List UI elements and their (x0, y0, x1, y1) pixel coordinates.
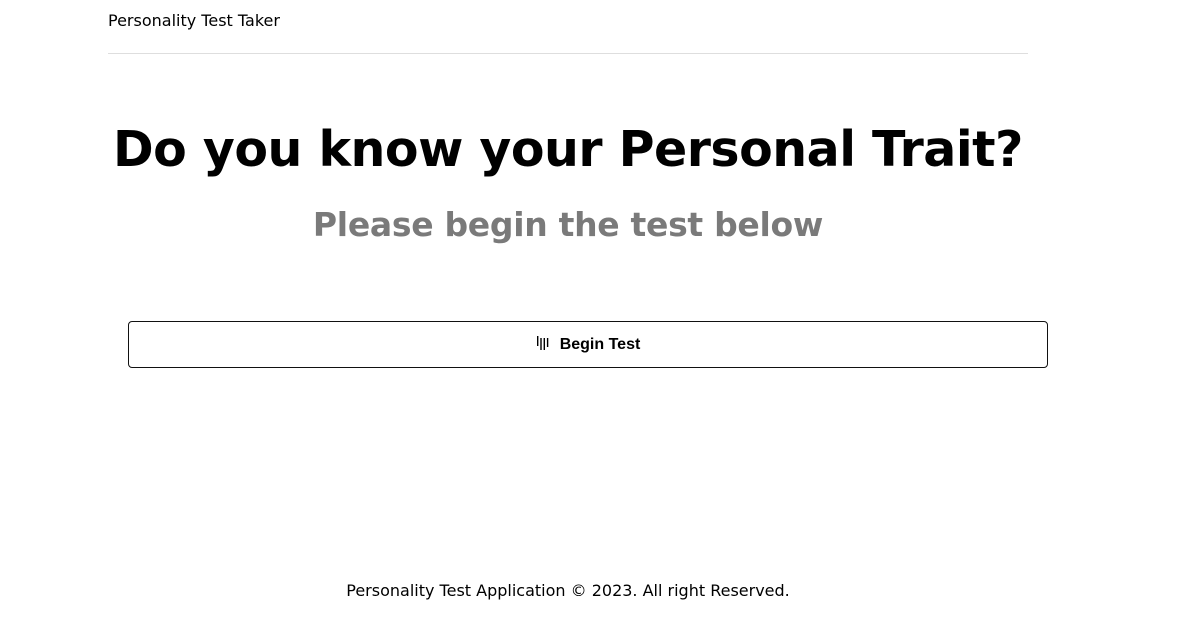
page-subtitle: Please begin the test below (312, 205, 824, 244)
footer: Personality Test Application © 2023. All… (0, 581, 1136, 601)
brand-link[interactable]: Personality Test Taker (108, 11, 280, 31)
hero-section: Do you know your Personal Trait? Please … (0, 118, 1136, 246)
stack-bars-icon (536, 335, 550, 351)
top-navbar: Personality Test Taker (108, 0, 1028, 54)
page-title: Do you know your Personal Trait? (113, 121, 1023, 178)
page: Personality Test Taker Do you know your … (0, 0, 1203, 633)
copyright-text: Personality Test Application © 2023. All… (346, 581, 790, 600)
begin-test-label: Begin Test (559, 335, 641, 353)
begin-test-button[interactable]: Begin Test (128, 321, 1048, 368)
